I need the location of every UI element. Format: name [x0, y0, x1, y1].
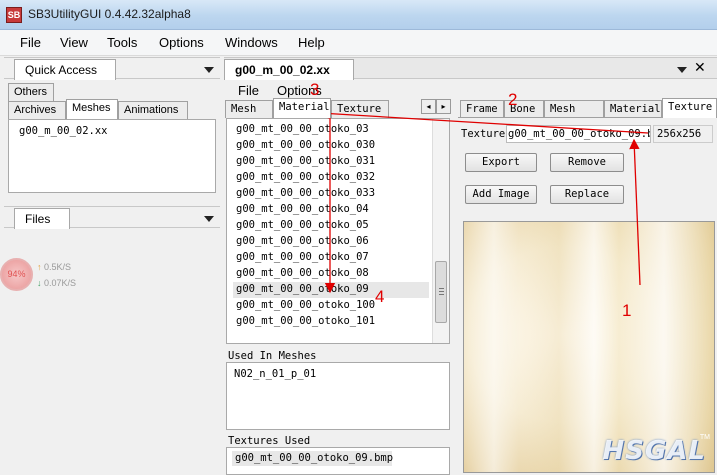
scrollbar-thumb[interactable] — [435, 261, 447, 323]
tab-material-right[interactable]: Material — [604, 100, 662, 118]
menu-bar: File View Tools Options Windows Help — [0, 30, 717, 56]
tab-mesh[interactable]: Mesh — [225, 100, 273, 118]
meshes-list[interactable]: g00_m_00_02.xx — [8, 119, 216, 193]
tab-meshes[interactable]: Meshes — [66, 99, 118, 119]
document-header: g00_m_00_02.xx ✕ — [224, 57, 717, 80]
menu-file[interactable]: File — [20, 35, 41, 50]
list-item[interactable]: g00_mt_00_00_otoko_033 — [236, 187, 375, 199]
list-item[interactable]: N02_n_01_p_01 — [234, 368, 316, 380]
list-item[interactable]: g00_mt_00_00_otoko_100 — [236, 299, 375, 311]
title-bar[interactable]: SB SB3UtilityGUI 0.4.42.32alpha8 — [0, 0, 717, 30]
document-tab[interactable]: g00_m_00_02.xx — [224, 59, 354, 80]
add-image-button[interactable]: Add Image — [465, 185, 537, 204]
net-upload-row: ↑ 0.5K/S — [37, 262, 71, 272]
menu-options[interactable]: Options — [159, 35, 204, 50]
watermark-tm: TM — [699, 434, 710, 441]
doc-menu-file[interactable]: File — [238, 83, 259, 98]
watermark-logo: HSGAL — [602, 436, 706, 466]
selected-list-item[interactable]: g00_mt_00_00_otoko_09 — [236, 283, 369, 295]
tab-scroll-right-icon[interactable]: ▸ — [436, 99, 451, 114]
tab-texture-right[interactable]: Texture — [662, 98, 717, 118]
list-item[interactable]: g00_mt_00_00_otoko_030 — [236, 139, 375, 151]
net-download-row: ↓ 0.07K/S — [37, 278, 76, 288]
menu-help[interactable]: Help — [298, 35, 325, 50]
net-percent-gauge: 94% — [0, 258, 33, 291]
tab-scroll-left-icon[interactable]: ◂ — [421, 99, 436, 114]
tab-material[interactable]: Material — [273, 98, 331, 118]
download-arrow-icon: ↓ — [37, 278, 45, 288]
quick-access-dropdown-icon[interactable] — [204, 67, 214, 73]
list-item[interactable]: g00_mt_00_00_otoko_101 — [236, 315, 375, 327]
list-item[interactable]: g00_mt_00_00_otoko_08 — [236, 267, 369, 279]
replace-button[interactable]: Replace — [550, 185, 624, 204]
tab-frame[interactable]: Frame — [460, 100, 504, 118]
list-item[interactable]: g00_mt_00_00_otoko_09.bmp — [235, 452, 393, 464]
quick-access-tab[interactable]: Quick Access — [14, 59, 116, 80]
window-title: SB3UtilityGUI 0.4.42.32alpha8 — [28, 7, 191, 21]
texture-label: Texture — [461, 128, 506, 140]
document-dropdown-icon[interactable] — [677, 67, 687, 73]
textures-used-label: Textures Used — [228, 435, 311, 447]
list-item[interactable]: g00_mt_00_00_otoko_07 — [236, 251, 369, 263]
tab-texture[interactable]: Texture — [331, 100, 389, 118]
list-item[interactable]: g00_mt_00_00_otoko_06 — [236, 235, 369, 247]
files-tab[interactable]: Files — [14, 208, 70, 229]
list-item[interactable]: g00_mt_00_00_otoko_032 — [236, 171, 375, 183]
annotation-2: 2 — [508, 90, 518, 109]
annotation-1: 1 — [622, 301, 632, 320]
textures-used-list[interactable]: g00_mt_00_00_otoko_09.bmp — [226, 447, 450, 475]
app-icon: SB — [6, 7, 22, 23]
texture-preview: HSGAL TM — [463, 221, 715, 473]
materials-list[interactable]: g00_mt_00_00_otoko_03 g00_mt_00_00_otoko… — [226, 118, 450, 344]
quick-access-header: Quick Access — [4, 57, 220, 80]
files-header: Files — [4, 206, 220, 229]
tab-animations[interactable]: Animations — [118, 101, 188, 119]
close-icon[interactable]: ✕ — [694, 59, 706, 76]
list-item[interactable]: g00_m_00_02.xx — [19, 125, 108, 137]
export-button[interactable]: Export — [465, 153, 537, 172]
upload-speed: 0.5K/S — [44, 262, 72, 272]
list-item[interactable]: g00_mt_00_00_otoko_031 — [236, 155, 375, 167]
annotation-3: 3 — [310, 80, 320, 99]
tab-archives[interactable]: Archives — [8, 101, 66, 119]
remove-button[interactable]: Remove — [550, 153, 624, 172]
list-item[interactable]: g00_mt_00_00_otoko_05 — [236, 219, 369, 231]
materials-scrollbar[interactable] — [432, 119, 449, 343]
list-item[interactable]: g00_mt_00_00_otoko_03 — [236, 123, 369, 135]
texture-size-field: 256x256 — [653, 125, 713, 143]
download-speed: 0.07K/S — [44, 278, 77, 288]
tab-mesh-right[interactable]: Mesh — [544, 100, 604, 118]
annotation-4: 4 — [375, 287, 385, 306]
list-item[interactable]: g00_mt_00_00_otoko_04 — [236, 203, 369, 215]
menu-view[interactable]: View — [60, 35, 88, 50]
menu-windows[interactable]: Windows — [225, 35, 278, 50]
texture-name-field[interactable]: g00_mt_00_00_otoko_09.bm — [506, 125, 651, 143]
used-in-meshes-list[interactable]: N02_n_01_p_01 — [226, 362, 450, 430]
used-in-meshes-label: Used In Meshes — [228, 350, 317, 362]
upload-arrow-icon: ↑ — [37, 262, 45, 272]
tab-others[interactable]: Others — [8, 83, 54, 101]
menu-tools[interactable]: Tools — [107, 35, 137, 50]
files-dropdown-icon[interactable] — [204, 216, 214, 222]
